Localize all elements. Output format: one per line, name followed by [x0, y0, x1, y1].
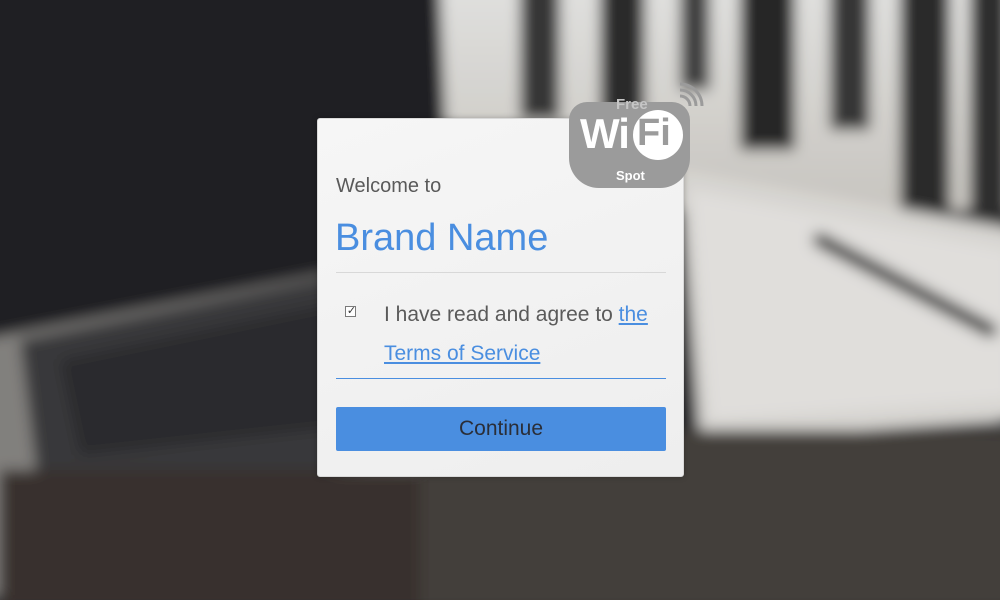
brand-name: Brand Name — [335, 217, 549, 259]
logo-wi-text: Wi — [580, 110, 630, 157]
terms-checkbox[interactable]: ✓ — [345, 304, 357, 317]
free-wifi-spot-logo: Free Wi Fi Spot — [566, 82, 711, 190]
welcome-text: Welcome to — [336, 175, 442, 197]
continue-button[interactable]: Continue — [336, 407, 666, 451]
accent-divider — [336, 378, 666, 379]
logo-fi-text: Fi — [637, 112, 671, 154]
terms-agreement-text: I have read and agree to the Terms of Se… — [384, 295, 674, 373]
terms-prefix: I have read and agree to — [384, 303, 619, 326]
logo-spot-text: Spot — [616, 168, 645, 183]
checkmark-icon: ✓ — [346, 304, 357, 317]
divider — [336, 272, 666, 273]
